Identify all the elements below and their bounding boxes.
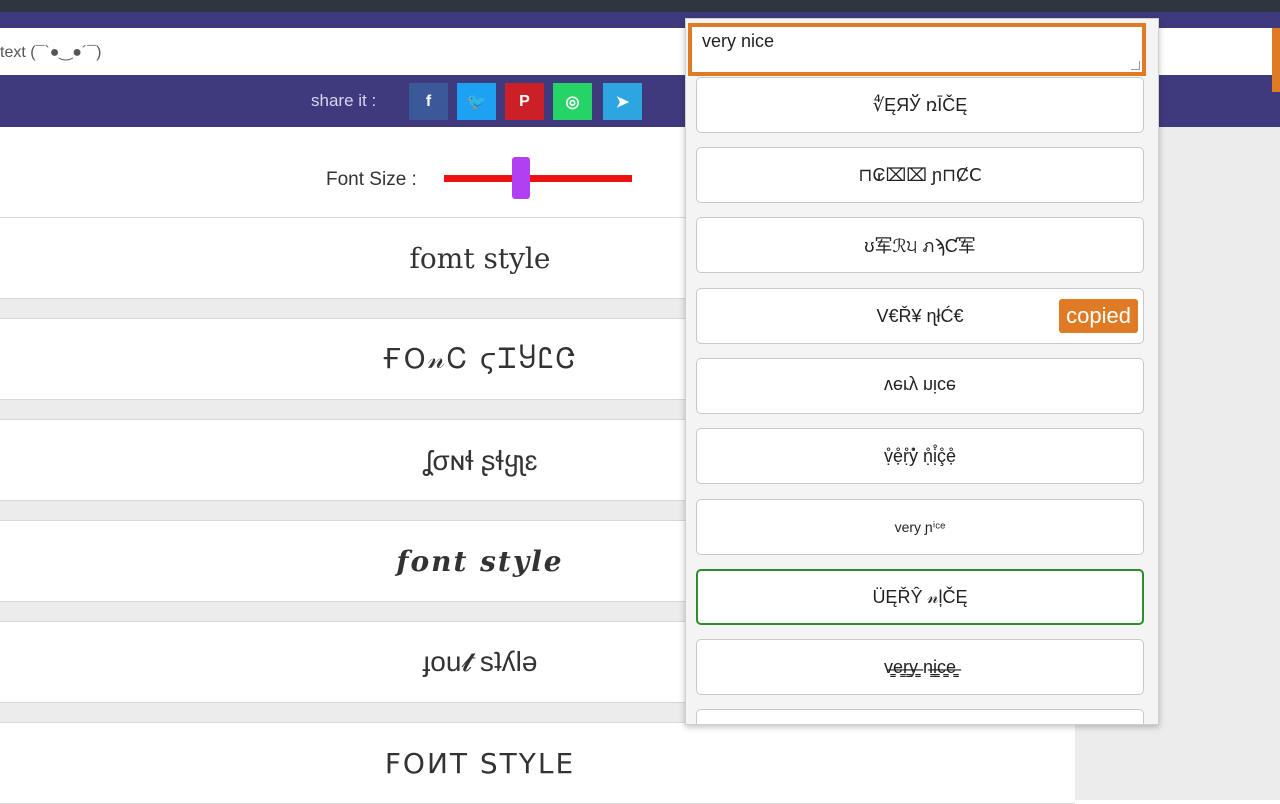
telegram-share-button[interactable]: ➤	[603, 83, 642, 120]
facebook-icon: f	[425, 92, 432, 110]
style-result[interactable]: ⊓₢⌧⌧ ɲ⊓ȻⅭ	[696, 147, 1144, 203]
style-result-text: ÜĘŘŶ 𝓃ļČĘ	[872, 586, 968, 607]
style-result-text: ʊ军ℛ੫ ภϡƇ军	[864, 235, 976, 256]
style-result[interactable]: ∜ĘЯЎ ռĪČĘ	[696, 77, 1144, 133]
style-result-text: v̶̳e̶̳r̶̳y̶̳ n̶̳i̶̳c̶̳e̶̳	[883, 656, 957, 677]
style-result-text: very nice	[883, 376, 957, 397]
whatsapp-share-button[interactable]: ◎	[553, 83, 592, 120]
style-result-text: ∜ĘЯЎ ռĪČĘ	[872, 94, 968, 115]
style-result-text: ⊓₢⌧⌧ ɲ⊓ȻⅭ	[858, 164, 982, 185]
style-result[interactable]: v̶̳e̶̳r̶̳y̶̳ n̶̳i̶̳c̶̳e̶̳	[696, 639, 1144, 695]
style-result[interactable]: ʊ军ℛ੫ ภϡƇ军	[696, 217, 1144, 273]
font-size-label: Font Size :	[326, 169, 417, 190]
style-result[interactable]: very ɲⁱᶜᵉ	[696, 499, 1144, 555]
telegram-icon: ➤	[615, 93, 630, 111]
pinterest-icon: P	[519, 92, 530, 110]
whatsapp-icon: ◎	[565, 93, 580, 111]
pinterest-share-button[interactable]: P	[505, 83, 544, 120]
style-result[interactable]: V€Ř¥ ɳłĆ€ copied	[696, 288, 1144, 344]
style-result-text: ṿ̊ẹ̊ṛ̊ẏ̊ ṇ̊ị̊ç̊ẹ̊	[883, 445, 957, 466]
style-result-selected[interactable]: ÜĘŘŶ 𝓃ļČĘ	[696, 569, 1144, 625]
twitter-icon: 🐦	[466, 93, 487, 111]
copied-badge: copied	[1059, 299, 1138, 333]
font-size-slider-thumb[interactable]	[512, 157, 530, 199]
style-preview-panel: ∜ĘЯЎ ռĪČĘ ⊓₢⌧⌧ ɲ⊓ȻⅭ ʊ军ℛ੫ ภϡƇ军 V€Ř¥ ɳłĆ€ …	[685, 18, 1159, 725]
style-result-text: very ɲⁱᶜᵉ	[894, 518, 946, 535]
resize-grip-icon[interactable]	[1131, 61, 1140, 70]
font-style-text: FOИT STYLE	[384, 746, 576, 780]
scroll-accent	[1272, 28, 1280, 92]
share-label: share it :	[311, 91, 377, 110]
browser-top-strip	[0, 0, 1280, 12]
twitter-share-button[interactable]: 🐦	[457, 83, 496, 120]
font-style-card[interactable]: FOИT STYLE	[0, 722, 1075, 804]
style-result[interactable]	[696, 709, 1144, 724]
font-size-slider[interactable]	[444, 175, 632, 182]
panel-textarea[interactable]	[702, 31, 1142, 69]
style-result-text: V€Ř¥ ɳłĆ€	[876, 305, 964, 326]
facebook-share-button[interactable]: f	[409, 83, 448, 120]
panel-text-input[interactable]	[688, 23, 1146, 76]
style-result[interactable]: ṿ̊ẹ̊ṛ̊ẏ̊ ṇ̊ị̊ç̊ẹ̊	[696, 428, 1144, 484]
style-result[interactable]: very nice	[696, 358, 1144, 414]
text-input-placeholder[interactable]: text (¯`●‿●´¯)	[0, 42, 101, 62]
